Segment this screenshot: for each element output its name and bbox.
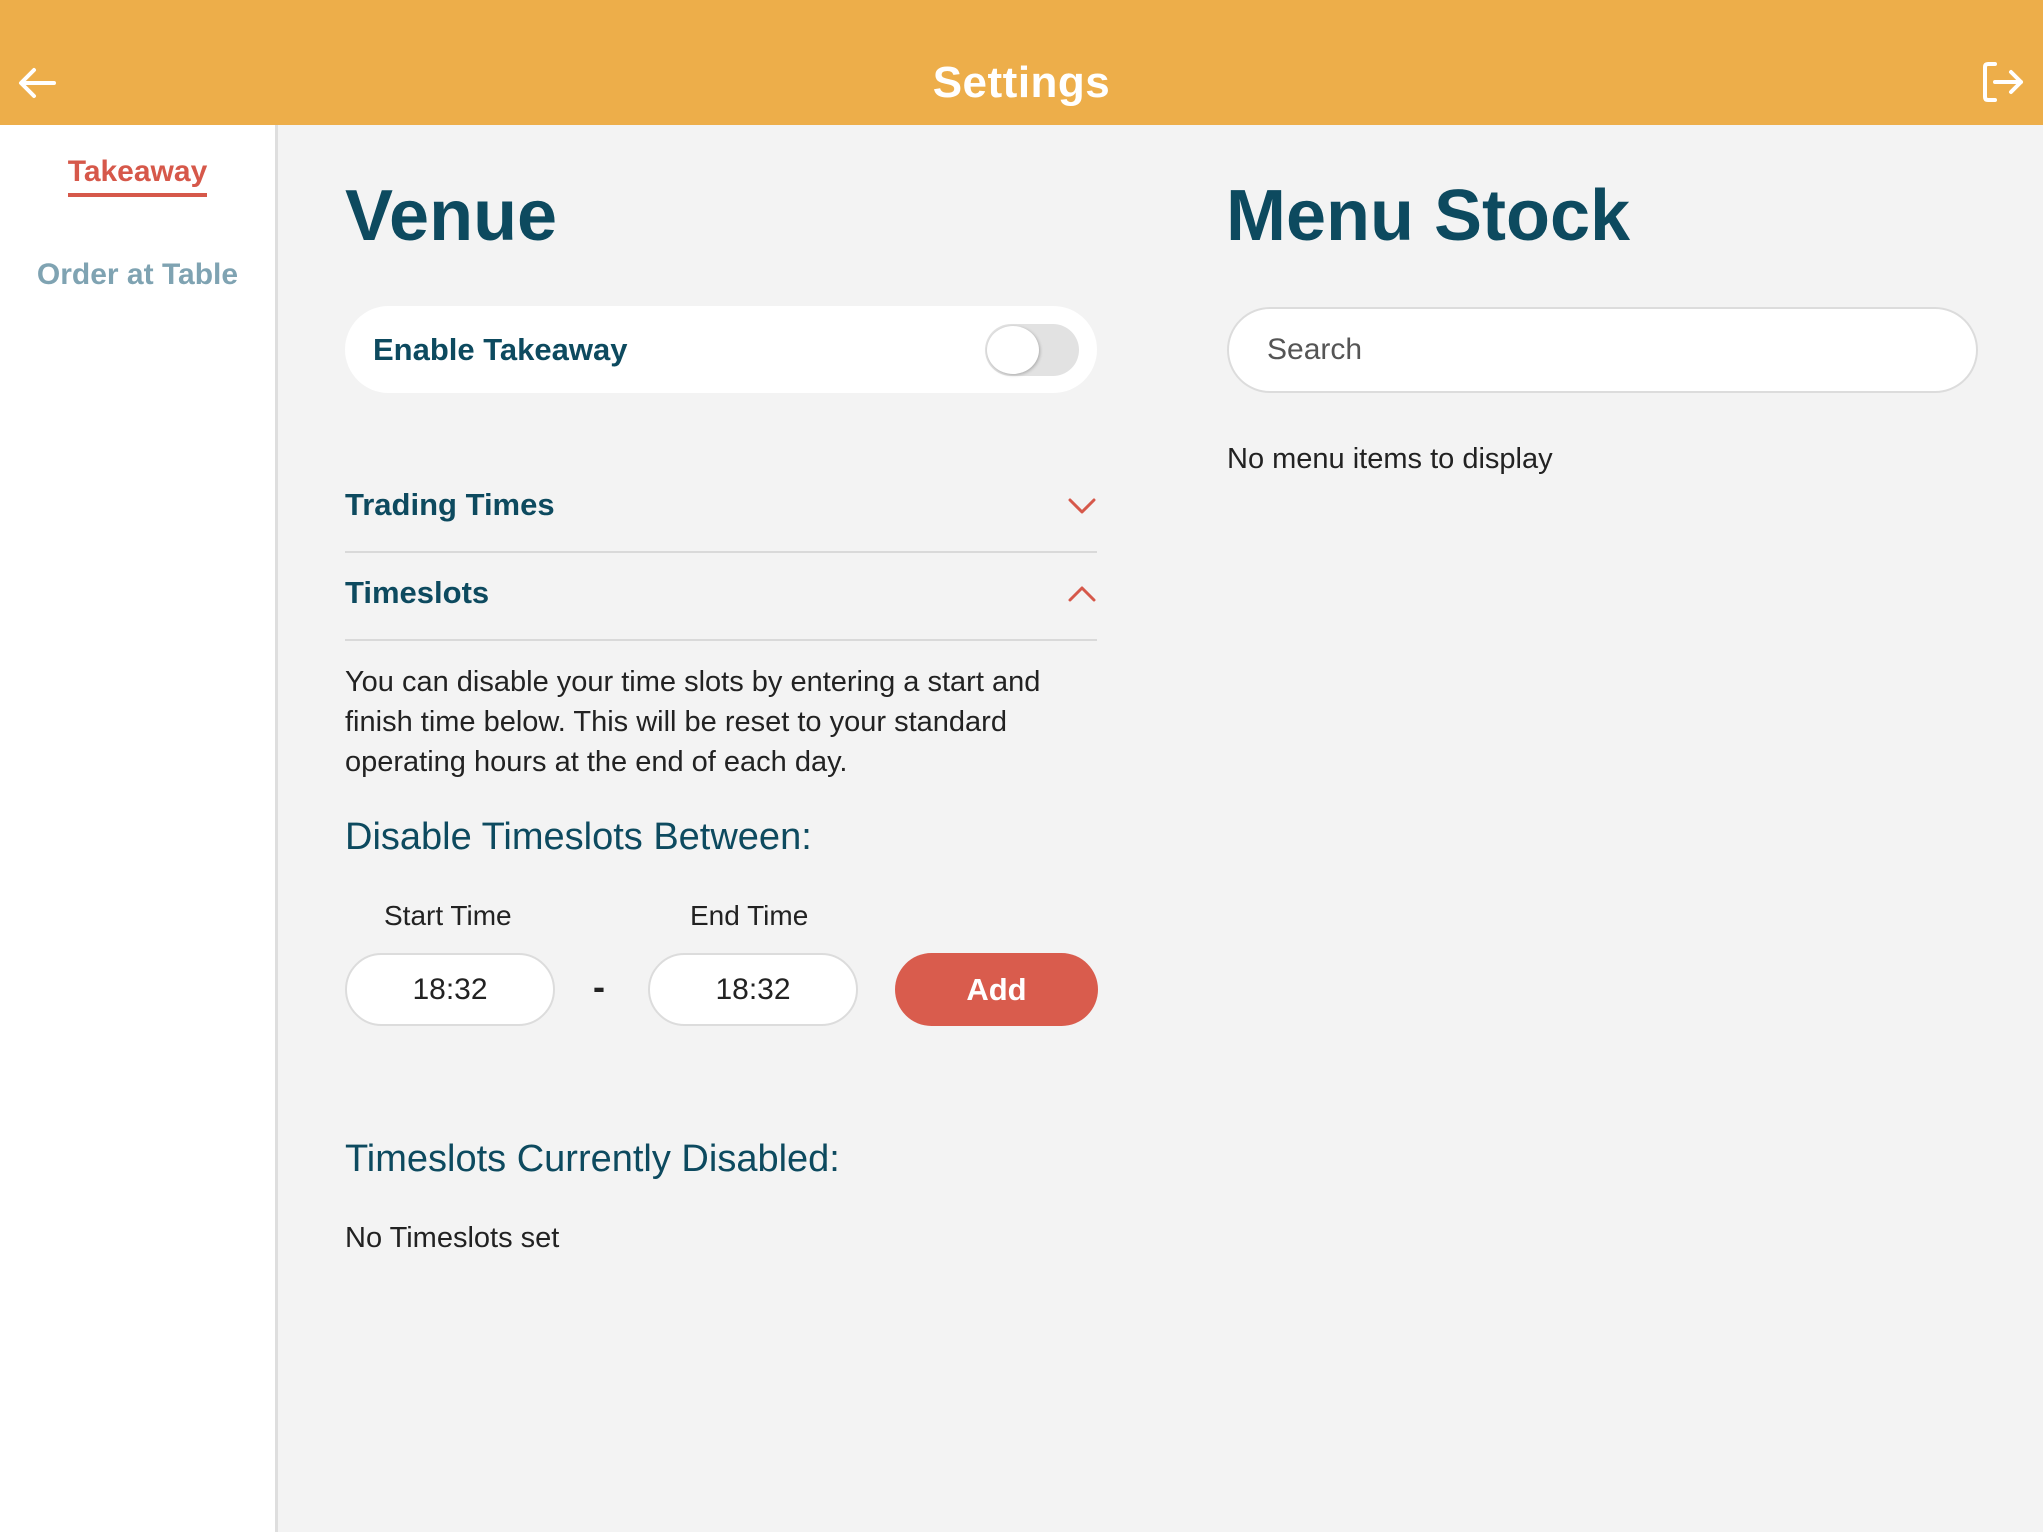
start-time-input[interactable]: 18:32: [345, 953, 555, 1026]
disabled-timeslots-heading: Timeslots Currently Disabled:: [345, 1138, 840, 1180]
accordion-label: Timeslots: [345, 575, 490, 610]
accordion-trading-times[interactable]: Trading Times: [345, 465, 1097, 553]
start-time-label: Start Time: [384, 900, 512, 931]
disable-timeslots-heading: Disable Timeslots Between:: [345, 816, 812, 858]
accordion-label: Trading Times: [345, 487, 555, 522]
toggle-knob: [987, 326, 1039, 374]
add-timeslot-button[interactable]: Add: [895, 953, 1098, 1026]
app-header: Settings: [0, 0, 2043, 125]
timeslots-description: You can disable your time slots by enter…: [345, 666, 1041, 778]
logout-icon[interactable]: [1979, 58, 2027, 106]
sidebar-item-order-at-table[interactable]: Order at Table: [0, 258, 275, 292]
venue-title: Venue: [345, 176, 558, 256]
page-title: Settings: [932, 58, 1111, 107]
sidebar-item-label: Takeaway: [67, 155, 208, 197]
enable-takeaway-toggle[interactable]: [985, 324, 1079, 376]
chevron-up-icon: [1068, 586, 1096, 602]
enable-takeaway-label: Enable Takeaway: [373, 332, 628, 367]
sidebar: Takeaway Order at Table: [0, 125, 278, 1532]
no-timeslots-message: No Timeslots set: [345, 1222, 560, 1254]
no-menu-items-message: No menu items to display: [1227, 443, 1553, 475]
accordion-timeslots[interactable]: Timeslots: [345, 553, 1097, 641]
menu-stock-title: Menu Stock: [1226, 176, 1631, 256]
chevron-down-icon: [1068, 498, 1096, 514]
sidebar-item-label: Order at Table: [36, 258, 239, 291]
sidebar-item-takeaway[interactable]: Takeaway: [0, 155, 275, 197]
end-time-label: End Time: [690, 900, 809, 931]
enable-takeaway-card: Enable Takeaway: [345, 306, 1097, 393]
search-input[interactable]: [1227, 307, 1978, 393]
end-time-input[interactable]: 18:32: [648, 953, 858, 1026]
time-separator: -: [593, 966, 605, 1007]
